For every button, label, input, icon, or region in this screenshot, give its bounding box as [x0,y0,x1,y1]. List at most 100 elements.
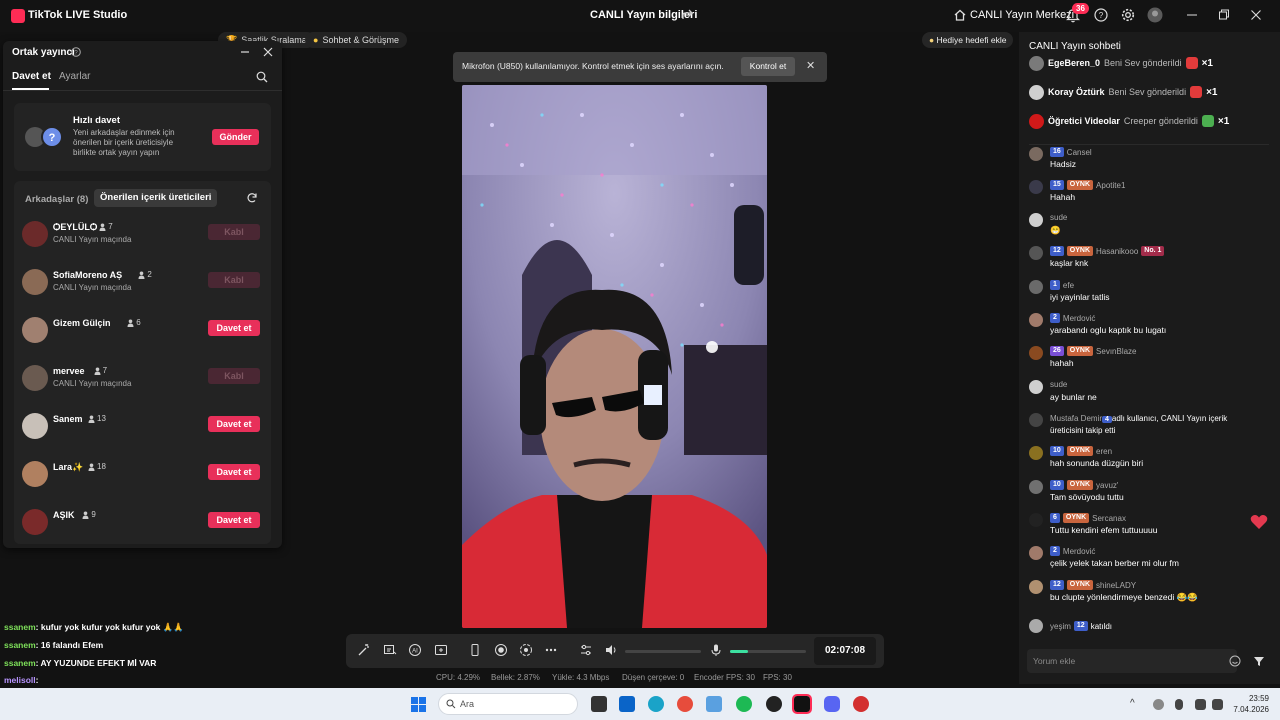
microphone-icon[interactable] [709,643,723,657]
chat-username[interactable]: Mustafa Demir [1050,414,1102,423]
avatar[interactable] [1029,213,1043,227]
avatar[interactable] [22,365,48,391]
chat-username[interactable]: eren [1096,447,1112,456]
avatar[interactable] [22,317,48,343]
chat-username[interactable]: Cansel [1067,148,1092,157]
avatar[interactable] [1029,619,1043,633]
avatar[interactable] [1029,546,1043,560]
close-window-icon[interactable] [1250,8,1262,22]
avatar[interactable] [1029,147,1043,161]
avatar[interactable] [1029,313,1043,327]
emoji-picker-icon[interactable] [1229,655,1241,667]
gift-sender[interactable]: Öğretici Videolar [1048,116,1120,126]
tab-suggested-creators[interactable]: Önerilen içerik üreticileri [94,189,218,207]
invite-button[interactable]: Davet et [208,416,260,432]
more-icon[interactable] [544,643,558,657]
gift-goal-chip[interactable]: ● Hediye hedefi ekle [922,32,1014,48]
profile-avatar[interactable] [1147,7,1163,23]
tab-settings[interactable]: Ayarlar [59,71,91,82]
network-app-icon[interactable] [706,696,722,712]
avatar[interactable] [1029,446,1043,460]
close-panel-icon[interactable] [263,47,273,57]
send-button[interactable]: Gönder [212,129,259,145]
chat-username[interactable]: efe [1063,281,1074,290]
camera-switch-icon[interactable] [519,643,533,657]
chat-username[interactable]: Hasanikooo [1096,247,1138,256]
chat-username[interactable]: yeşim [1050,622,1071,631]
spotify-icon[interactable] [736,696,752,712]
chrome-icon[interactable] [677,696,693,712]
windows-start-icon[interactable] [411,697,426,712]
speaker-volume-slider[interactable] [625,650,701,653]
share-icon[interactable] [681,8,695,22]
avatar[interactable] [1029,113,1044,129]
filter-icon[interactable] [1253,655,1265,667]
comment-input[interactable]: Yorum ekle [1027,649,1237,673]
chat-username[interactable]: shineLADY [1096,581,1136,590]
edge-icon[interactable] [648,696,664,712]
maximize-icon[interactable] [1218,8,1230,22]
close-banner-icon[interactable]: ✕ [806,59,815,72]
chat-username[interactable]: Sercanax [1092,514,1126,523]
search-icon[interactable] [256,71,268,83]
avatar[interactable] [1029,180,1043,194]
taskbar-search[interactable]: Ara [438,693,578,715]
help-icon[interactable]: ? [1094,8,1108,22]
invite-button[interactable]: Davet et [208,512,260,528]
avatar[interactable] [1029,280,1043,294]
avatar[interactable] [1029,380,1043,394]
tab-invite[interactable]: Davet et [12,71,51,82]
tray-cloud-icon[interactable] [1153,699,1164,710]
speaker-icon[interactable] [604,643,618,657]
avatar[interactable] [1029,84,1044,100]
screen-add-icon[interactable] [434,643,448,657]
chat-username[interactable]: yavuz' [1096,481,1118,490]
chat-username[interactable]: Merdović [1063,314,1095,323]
minimize-icon[interactable] [1186,8,1198,22]
tray-volume-icon[interactable] [1212,699,1223,710]
avatar[interactable] [22,413,48,439]
chat-username[interactable]: SevınBlaze [1096,347,1136,356]
app-icon[interactable] [766,696,782,712]
ai-icon[interactable]: AI [408,643,422,657]
avatar[interactable] [22,221,48,247]
invite-button[interactable]: Kabl [208,272,260,288]
tray-mic-icon[interactable] [1175,699,1183,710]
avatar[interactable] [1029,513,1043,527]
invite-button[interactable]: Davet et [208,464,260,480]
invite-button[interactable]: Davet et [208,320,260,336]
discord-icon[interactable] [824,696,840,712]
avatar[interactable] [1029,413,1043,427]
check-settings-button[interactable]: Kontrol et [741,57,795,76]
tab-friends[interactable]: Arkadaşlar (8) [25,194,88,205]
media-app-icon[interactable] [853,696,869,712]
refresh-icon[interactable] [246,192,258,204]
chat-meet-chip[interactable]: ● Sohbet & Görüşme [305,32,407,48]
avatar[interactable] [1029,580,1043,594]
info-icon[interactable]: ? [71,47,81,57]
tiktok-live-studio-icon[interactable] [792,694,812,714]
home-icon[interactable] [953,8,967,22]
avatar[interactable] [1029,480,1043,494]
magic-effects-icon[interactable] [357,643,371,657]
avatar[interactable] [1029,346,1043,360]
chat-username[interactable]: sude [1050,380,1067,389]
taskbar-clock[interactable]: 23:59 7.04.2026 [1233,693,1269,715]
tray-chevron-icon[interactable]: ^ [1130,698,1135,709]
settings-gear-icon[interactable] [1121,8,1135,22]
outlook-icon[interactable] [619,696,635,712]
audio-settings-icon[interactable] [579,643,593,657]
avatar[interactable] [22,509,48,535]
record-icon[interactable] [494,643,508,657]
caption-icon[interactable] [383,643,397,657]
portrait-mode-icon[interactable] [468,643,482,657]
gift-sender[interactable]: Koray Öztürk [1048,87,1105,97]
invite-button[interactable]: Kabl [208,224,260,240]
chat-username[interactable]: sude [1050,213,1067,222]
live-center-link[interactable]: CANLI Yayın Merkezi [970,9,1074,21]
avatar[interactable] [22,269,48,295]
minimize-panel-icon[interactable] [240,47,250,57]
task-view-icon[interactable] [591,696,607,712]
invite-button[interactable]: Kabl [208,368,260,384]
tray-network-icon[interactable] [1195,699,1206,710]
